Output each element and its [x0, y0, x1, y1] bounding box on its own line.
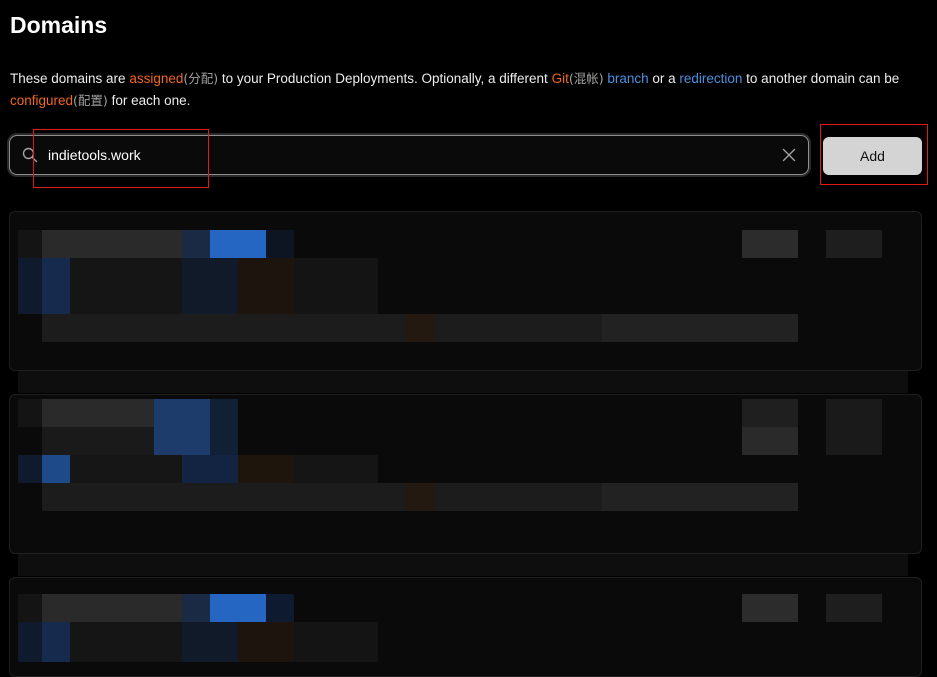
branch-link[interactable]: branch — [604, 71, 648, 86]
add-button[interactable]: Add — [823, 137, 922, 175]
page-description: These domains are assigned(分配) to your P… — [10, 71, 900, 108]
domain-card[interactable] — [9, 394, 922, 554]
domain-card[interactable] — [9, 211, 922, 371]
redirection-link[interactable]: redirection — [679, 71, 742, 86]
domain-input[interactable] — [48, 144, 768, 166]
close-icon[interactable] — [782, 148, 796, 162]
assigned-link[interactable]: assigned — [129, 71, 183, 86]
divider — [18, 554, 908, 576]
domain-card[interactable] — [9, 577, 922, 677]
configured-link[interactable]: configured — [10, 93, 73, 108]
git-link[interactable]: Git — [552, 71, 569, 86]
search-icon — [22, 147, 38, 163]
page-title: Domains — [10, 12, 108, 38]
domain-search-bar[interactable] — [9, 135, 809, 175]
divider — [18, 371, 908, 393]
